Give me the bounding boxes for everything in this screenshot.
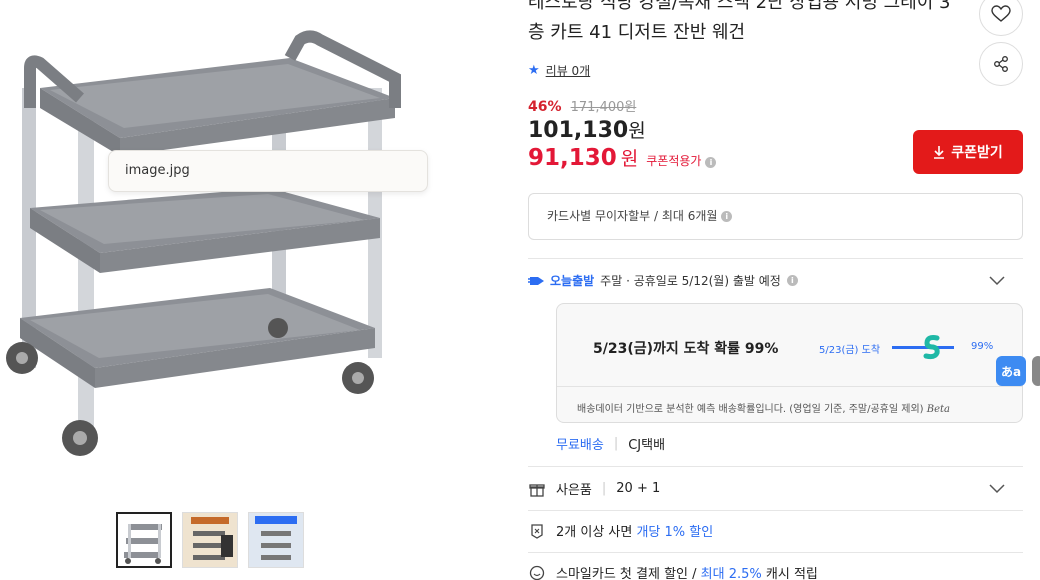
sale-price-unit: 원 [628, 120, 646, 142]
arrival-probability-percent: 99% [971, 341, 994, 352]
coupon-price-value: 91,130 [528, 145, 617, 171]
price-original-row: 46% 171,400원 [528, 96, 636, 115]
review-count: 리뷰 0개 [545, 64, 591, 78]
share-icon [994, 56, 1008, 72]
separator: | [601, 481, 607, 496]
separator: | [613, 436, 619, 451]
coupon-download-button[interactable]: 쿠폰받기 [913, 130, 1023, 174]
smile-delivery-icon [923, 335, 940, 360]
side-tab-icon[interactable] [1032, 356, 1040, 386]
smile-card-icon [528, 564, 546, 580]
fast-truck-icon [528, 276, 544, 285]
free-shipping-label[interactable]: 무료배송 [556, 434, 604, 453]
translate-icon[interactable]: あa [996, 356, 1026, 386]
divider [528, 510, 1023, 511]
original-price: 171,400원 [570, 100, 637, 115]
star-icon: ★ [528, 63, 540, 78]
image-filename-tooltip: image.jpg [108, 150, 428, 192]
same-day-shipping-label: 오늘출발 [550, 274, 595, 288]
divider [528, 552, 1023, 553]
carrier-name: CJ택배 [628, 438, 666, 453]
smilecard-prefix: 스마일카드 첫 결제 할인 / [556, 567, 701, 580]
bulk-discount-row: 2개 이상 사면 개당 1% 할인 [528, 521, 1023, 540]
review-link[interactable]: ★ 리뷰 0개 [528, 62, 590, 79]
divider [557, 386, 1022, 387]
chevron-down-icon[interactable] [989, 483, 1005, 494]
product-page: image.jpg 레스토랑 식당 강철/목재 스낵 2단 상업용 서빙 그레이… [0, 0, 1040, 580]
thumbnail-strip [116, 512, 304, 568]
thumbnail-promo-image [183, 513, 237, 567]
thumbnail-2[interactable] [182, 512, 238, 568]
gift-row[interactable]: 사은품 | 20 + 1 [528, 479, 1023, 498]
coupon-price: 91,130 원 쿠폰적용가 i [528, 144, 717, 171]
coupon-price-unit: 원 [620, 148, 639, 170]
thumbnail-3[interactable] [248, 512, 304, 568]
sale-price: 101,130원 [528, 116, 646, 143]
info-icon[interactable]: i [721, 211, 733, 222]
thumbnail-1[interactable] [116, 512, 172, 568]
arrival-probability-panel: 5/23(금)까지 도착 확률 99% 5/23(금) 도착 99% 배송데이터… [556, 303, 1023, 423]
main-product-image[interactable] [0, 28, 410, 468]
product-info: 레스토랑 식당 강철/목재 스낵 2단 상업용 서빙 그레이 3층 카트 41 … [528, 0, 1040, 580]
smilecard-suffix: 캐시 적립 [765, 567, 818, 580]
arrival-probability-text: 5/23(금)까지 도착 확률 99% [593, 341, 779, 357]
smilecard-text: 스마일카드 첫 결제 할인 / 최대 2.5% 캐시 적립 [556, 563, 818, 580]
chevron-down-icon[interactable] [989, 275, 1005, 286]
gift-icon [528, 480, 546, 498]
beta-label: Beta [926, 404, 950, 415]
bulk-discount-text: 2개 이상 사면 개당 1% 할인 [556, 521, 713, 540]
same-day-shipping-badge: 오늘출발 [528, 272, 594, 289]
arrival-note-text: 배송데이터 기반으로 분석한 예측 배송확률입니다. (영업일 기준, 주말/공… [577, 404, 924, 415]
product-title: 레스토랑 식당 강철/목재 스낵 2단 상업용 서빙 그레이 3층 카트 41 … [528, 0, 951, 43]
divider [528, 466, 1023, 467]
gift-label: 사은품 [556, 483, 592, 498]
gift-value: 20 + 1 [616, 481, 661, 496]
installment-text: 카드사별 무이자할부 / 최대 6개월 [547, 209, 718, 223]
smilecard-highlight-value: 2.5% [728, 567, 762, 580]
discount-rate: 46% [528, 99, 562, 115]
share-button[interactable] [979, 42, 1023, 86]
info-icon[interactable]: i [786, 275, 798, 286]
sale-price-value: 101,130 [528, 118, 629, 143]
smilecard-row: 스마일카드 첫 결제 할인 / 최대 2.5% 캐시 적립 [528, 563, 1023, 580]
thumbnail-detail-image [249, 513, 303, 567]
download-icon [934, 146, 945, 159]
carrier-row: 무료배송 | CJ택배 [556, 434, 665, 453]
arrival-date-label: 5/23(금) 도착 [819, 345, 881, 356]
info-icon[interactable]: i [705, 157, 717, 168]
arrival-note: 배송데이터 기반으로 분석한 예측 배송확률입니다. (영업일 기준, 주말/공… [577, 400, 950, 415]
coupon-button-label: 쿠폰받기 [951, 145, 1003, 161]
wishlist-button[interactable] [979, 0, 1023, 36]
discount-tag-icon [528, 522, 546, 540]
bulk-prefix: 2개 이상 사면 [556, 525, 637, 540]
bulk-highlight: 개당 1% 할인 [636, 525, 714, 540]
installment-info[interactable]: 카드사별 무이자할부 / 최대 6개월 i [528, 193, 1023, 240]
thumbnail-cart-image [124, 524, 162, 564]
coupon-price-tag: 쿠폰적용가 [646, 154, 702, 168]
shipping-schedule-row[interactable]: 오늘출발 주말 · 공휴일로 5/12(월) 출발 예정 i [528, 272, 1023, 289]
smilecard-highlight-prefix: 최대 [700, 567, 725, 580]
product-gallery: image.jpg [0, 0, 500, 580]
heart-icon [991, 5, 1011, 22]
divider [528, 258, 1023, 259]
shipping-schedule-text: 주말 · 공휴일로 5/12(월) 출발 예정 [600, 274, 781, 288]
